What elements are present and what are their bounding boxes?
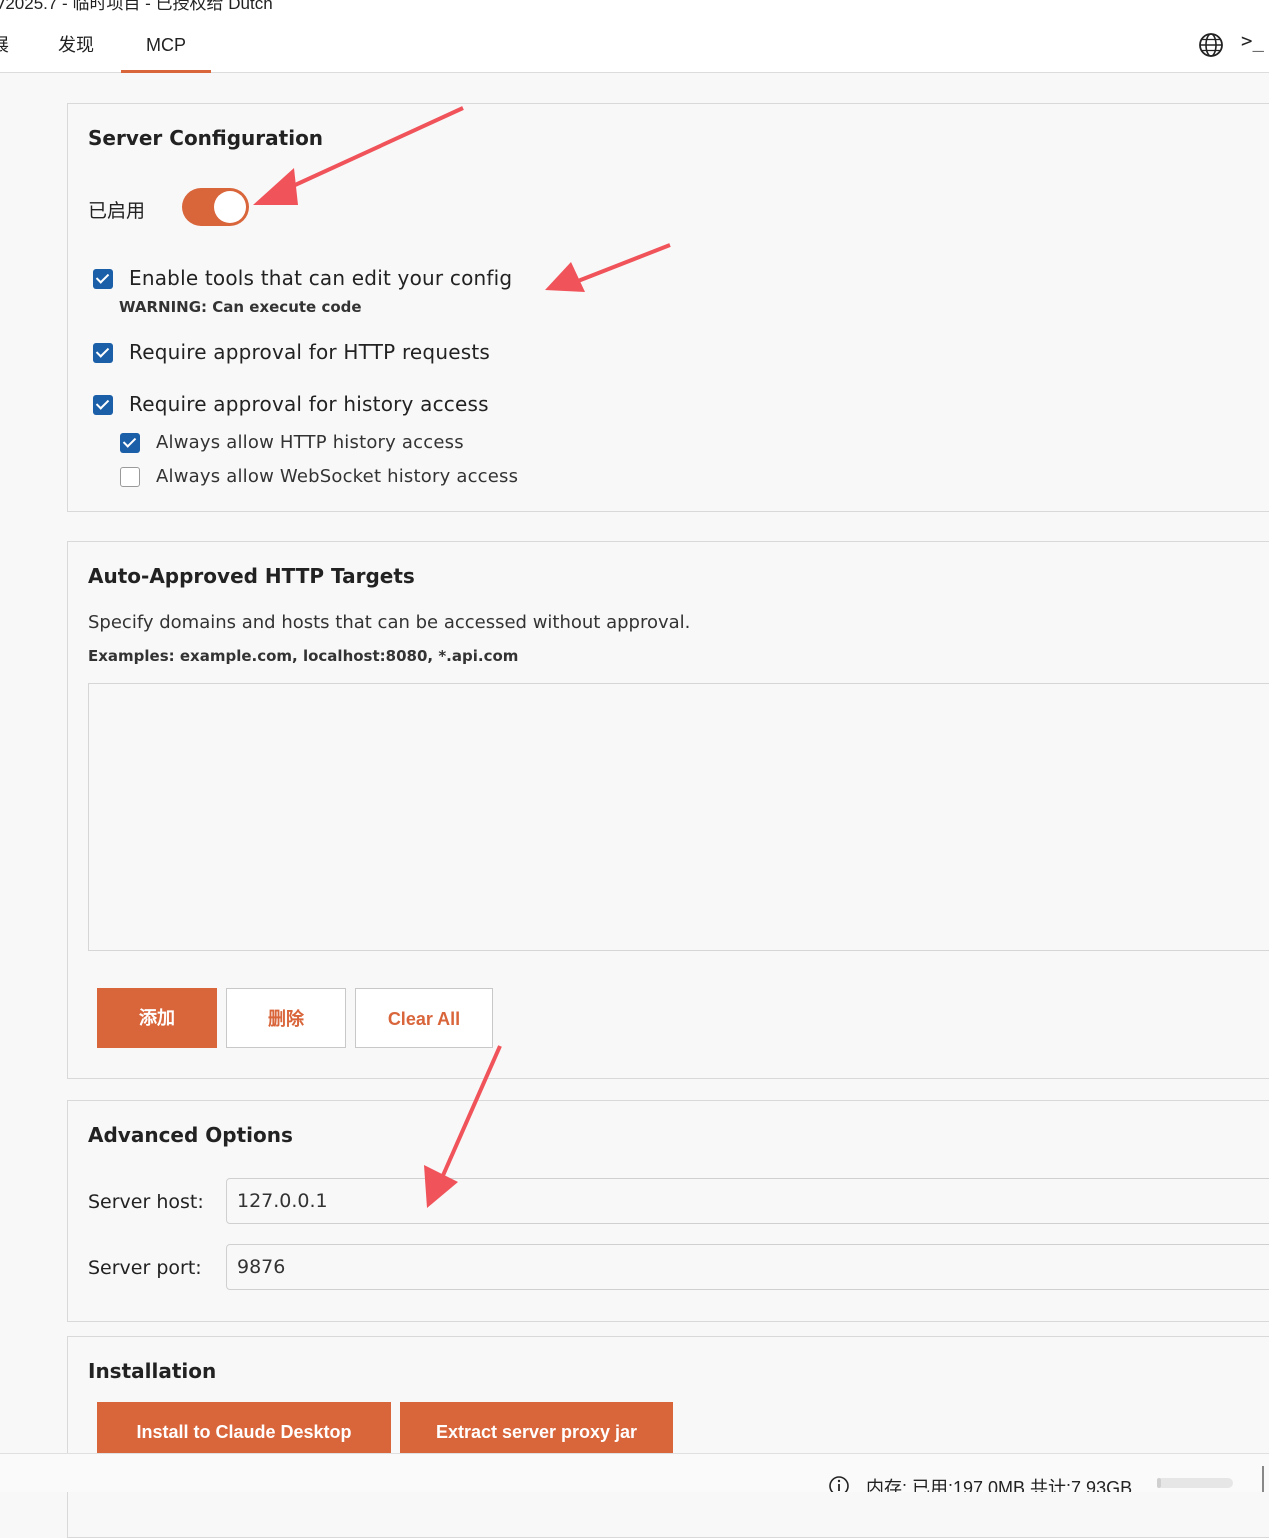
tab-bar: 展 发现 MCP >_: [0, 18, 1269, 73]
websocket-history-checkbox[interactable]: [120, 467, 140, 487]
http-history-checkbox[interactable]: [120, 433, 140, 453]
auto-approved-targets-panel: Auto-Approved HTTP Targets Specify domai…: [67, 541, 1269, 1079]
tab-mcp[interactable]: MCP: [121, 18, 211, 73]
edit-config-checkbox[interactable]: [93, 269, 113, 289]
delete-button[interactable]: 删除: [226, 988, 346, 1048]
enabled-toggle[interactable]: [182, 188, 249, 226]
history-approval-label: Require approval for history access: [129, 392, 489, 416]
server-configuration-panel: Server Configuration 已启用 Enable tools th…: [67, 103, 1269, 512]
installation-panel: Installation Install to Claude Desktop E…: [67, 1336, 1269, 1538]
memory-usage-bar[interactable]: [1157, 1478, 1233, 1488]
memory-usage-fill: [1157, 1478, 1161, 1488]
server-port-input[interactable]: [226, 1244, 1269, 1290]
status-divider: [1262, 1466, 1264, 1492]
add-button[interactable]: 添加: [97, 988, 217, 1048]
server-configuration-title: Server Configuration: [88, 126, 324, 150]
server-port-label: Server port:: [88, 1257, 202, 1279]
http-history-label: Always allow HTTP history access: [156, 432, 464, 453]
tab-discover[interactable]: 发现: [40, 18, 112, 70]
http-approval-label: Require approval for HTTP requests: [129, 340, 490, 364]
http-approval-checkbox[interactable]: [93, 343, 113, 363]
execute-code-warning: WARNING: Can execute code: [119, 298, 362, 316]
status-bar: 内存: 已用:197.0MB 共计:7.93GB: [0, 1453, 1269, 1492]
advanced-options-title: Advanced Options: [88, 1123, 293, 1147]
edit-config-label: Enable tools that can edit your config: [129, 266, 513, 290]
window-titlebar: V2025.7 - 临时项目 - 已授权给 Dutch: [0, 0, 1269, 18]
target-list[interactable]: [88, 683, 1269, 951]
history-approval-checkbox[interactable]: [93, 395, 113, 415]
auto-approved-examples: Examples: example.com, localhost:8080, *…: [88, 647, 519, 665]
globe-icon[interactable]: [1198, 32, 1224, 58]
info-icon: [829, 1476, 849, 1492]
terminal-icon[interactable]: >_: [1241, 30, 1264, 52]
clear-all-button[interactable]: Clear All: [355, 988, 493, 1048]
enabled-label: 已启用: [88, 200, 146, 222]
server-host-label: Server host:: [88, 1191, 204, 1213]
server-host-input[interactable]: [226, 1178, 1269, 1224]
toggle-knob: [214, 191, 246, 223]
memory-status-text: 内存: 已用:197.0MB 共计:7.93GB: [866, 1478, 1133, 1492]
installation-title: Installation: [88, 1359, 217, 1383]
window-title: V2025.7 - 临时项目 - 已授权给 Dutch: [0, 0, 273, 13]
auto-approved-title: Auto-Approved HTTP Targets: [88, 564, 415, 588]
websocket-history-label: Always allow WebSocket history access: [156, 466, 519, 487]
advanced-options-panel: Advanced Options Server host: Server por…: [67, 1100, 1269, 1322]
tab-partial[interactable]: 展: [0, 18, 11, 70]
auto-approved-description: Specify domains and hosts that can be ac…: [88, 612, 691, 633]
